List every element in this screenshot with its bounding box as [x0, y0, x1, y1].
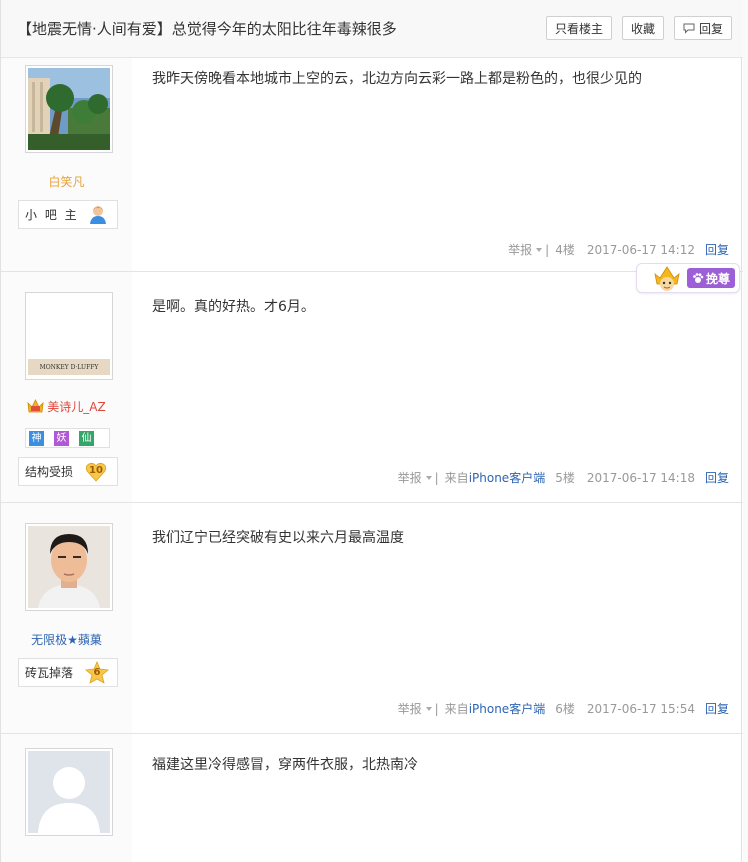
post-content: 我昨天傍晚看本地城市上空的云，北边方向云彩一路上都是粉色的，也很少见的	[152, 71, 642, 87]
username[interactable]: 无限极★蘋菓	[1, 631, 132, 648]
badge-label: 结构受损	[25, 465, 74, 479]
page-edge	[743, 0, 748, 862]
avatar-caption: MONKEY D·LUFFY	[28, 359, 110, 375]
level-number: 6	[93, 667, 101, 678]
post-content: 是啊。真的好热。才6月。	[152, 299, 315, 315]
crown-mascot-icon	[654, 266, 680, 291]
reward-label: 挽尊	[705, 271, 730, 286]
tag-xian[interactable]: 仙	[79, 430, 94, 446]
report-link[interactable]: 举报	[508, 241, 532, 258]
post-content: 福建这里冷得感冒，穿两件衣服，北热南冷	[152, 757, 418, 773]
chevron-down-icon[interactable]	[425, 706, 432, 711]
source-link[interactable]: iPhone客户端	[469, 471, 546, 485]
only-op-button[interactable]: 只看楼主	[546, 16, 612, 40]
avatar[interactable]	[25, 748, 113, 836]
post-time: 2017-06-17 14:12	[586, 242, 695, 257]
title-tags: 神 妖 仙	[25, 428, 110, 448]
post-meta: 举报 | 来自iPhone客户端 6楼 2017-06-17 15:54 回复	[397, 700, 729, 717]
favorite-label: 收藏	[630, 21, 655, 36]
username[interactable]: 美诗儿_AZ	[47, 398, 105, 415]
post-source: 来自iPhone客户端	[444, 702, 546, 716]
floor-number: 6楼	[555, 702, 575, 716]
post-floor-5: MONKEY D·LUFFY 美诗儿_AZ 神 妖 仙 结构受损 10 是啊。真…	[1, 272, 743, 503]
reply-link[interactable]: 回复	[705, 241, 729, 258]
report-link[interactable]: 举报	[398, 700, 422, 717]
reply-thread-label: 回复	[698, 21, 723, 36]
reply-link[interactable]: 回复	[705, 469, 729, 486]
badge-label: 砖瓦掉落	[25, 666, 74, 680]
post-source: 来自iPhone客户端	[444, 471, 546, 485]
thread-title: 【地震无情·人间有爱】总觉得今年的太阳比往年毒辣很多	[17, 20, 397, 38]
reply-link[interactable]: 回复	[705, 700, 729, 717]
favorite-button[interactable]: 收藏	[622, 16, 664, 40]
post-time: 2017-06-17 14:18	[586, 470, 695, 485]
floor-number: 4楼	[555, 243, 575, 257]
paw-icon	[693, 273, 704, 283]
post-floor-6: 无限极★蘋菓 砖瓦掉落 6 我们辽宁已经突破有史以来六月最高温度 举报 | 来自…	[1, 503, 743, 734]
reward-tag[interactable]: 挽尊	[636, 263, 740, 293]
level-badge: 10	[85, 462, 107, 485]
post-meta: 举报 | 来自iPhone客户端 5楼 2017-06-17 14:18 回复	[397, 469, 729, 486]
default-avatar-icon	[28, 751, 110, 833]
post-time: 2017-06-17 15:54	[586, 701, 695, 716]
avatar-image: MONKEY D·LUFFY	[28, 295, 110, 377]
source-link[interactable]: iPhone客户端	[469, 702, 546, 716]
post-floor-4: 白笑凡 小 吧 主 我昨天傍晚看本地城市上空的云，北边方向云彩一路上都是粉色的，…	[1, 58, 743, 272]
user-badge[interactable]: 结构受损 10	[18, 457, 118, 486]
vip-crown-icon	[27, 399, 44, 413]
badge-label: 小 吧 主	[25, 208, 79, 222]
chevron-down-icon[interactable]	[536, 247, 543, 252]
post-floor-7: 福建这里冷得感冒，穿两件衣服，北热南冷	[1, 734, 743, 862]
reward-button[interactable]: 挽尊	[687, 268, 735, 288]
avatar[interactable]	[25, 523, 113, 611]
avatar[interactable]: MONKEY D·LUFFY	[25, 292, 113, 380]
level-badge: 6	[85, 660, 109, 688]
user-badge[interactable]: 小 吧 主	[18, 200, 118, 229]
only-op-label: 只看楼主	[554, 21, 603, 36]
user-badge[interactable]: 砖瓦掉落 6	[18, 658, 118, 687]
reply-thread-button[interactable]: 回复	[674, 16, 732, 40]
username[interactable]: 白笑凡	[1, 173, 132, 190]
tag-shen[interactable]: 神	[29, 430, 44, 446]
post-meta: 举报 | 4楼 2017-06-17 14:12 回复	[508, 241, 729, 258]
thread-frame: 【地震无情·人间有爱】总觉得今年的太阳比往年毒辣很多 只看楼主 收藏 回复 白笑…	[0, 0, 743, 862]
chevron-down-icon[interactable]	[425, 475, 432, 480]
vip-username-row: 美诗儿_AZ	[1, 398, 132, 415]
tag-yao[interactable]: 妖	[54, 430, 69, 446]
level-number: 10	[89, 465, 103, 476]
thread-header: 【地震无情·人间有爱】总觉得今年的太阳比往年毒辣很多 只看楼主 收藏 回复	[1, 0, 743, 58]
post-content: 我们辽宁已经突破有史以来六月最高温度	[152, 530, 404, 546]
avatar-image	[28, 68, 110, 150]
report-link[interactable]: 举报	[398, 469, 422, 486]
floor-number: 5楼	[555, 471, 575, 485]
avatar[interactable]	[25, 65, 113, 153]
moderator-user-icon	[90, 206, 106, 224]
reply-bubble-icon	[683, 23, 695, 34]
avatar-image	[28, 526, 110, 608]
